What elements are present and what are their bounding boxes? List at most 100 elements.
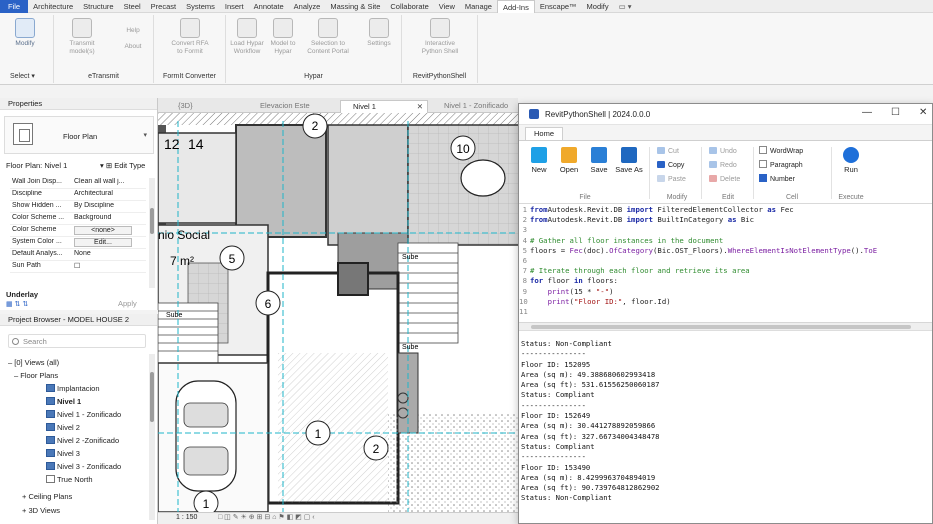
close-tab-icon[interactable]: ✕: [417, 101, 423, 113]
prop-row[interactable]: Color Scheme ... Background: [10, 214, 146, 225]
tab-elevacion-este[interactable]: Elevacion Este: [248, 100, 334, 113]
load-hypar-workflow-button[interactable]: Load Hypar Workflow: [230, 18, 264, 64]
instance-selector[interactable]: Floor Plan: Nivel 1 ▾ ⊞ Edit Type: [6, 161, 156, 170]
paragraph-toggle[interactable]: Paragraph: [759, 159, 803, 173]
number-checkbox[interactable]: [759, 174, 767, 182]
tab-nivel-1-zonificado[interactable]: Nivel 1 - Zonificado: [432, 100, 518, 113]
delete-button[interactable]: Delete: [709, 173, 740, 187]
menu-add-ins[interactable]: Add-Ins: [496, 0, 535, 13]
transmit-models-button[interactable]: Transmit model(s): [62, 18, 102, 64]
menu-massing-site[interactable]: Massing & Site: [325, 0, 385, 13]
view-control-icons[interactable]: □ ◫ ✎ ☀ ⊕ ⊞ ⊟ ⌂ ⚑ ◧ ◩ ▢ ‹: [218, 513, 315, 521]
copy-button[interactable]: Copy: [657, 159, 686, 173]
paste-button[interactable]: Paste: [657, 173, 686, 187]
tab-3d[interactable]: {3D}: [166, 100, 240, 113]
browser-search-input[interactable]: Search: [8, 334, 146, 348]
tab-home[interactable]: Home: [525, 127, 564, 140]
wordwrap-checkbox[interactable]: [759, 146, 767, 154]
open-button[interactable]: Open: [555, 147, 583, 174]
tree-node-ceiling-plans[interactable]: + Ceiling Plans: [22, 492, 72, 501]
sort-icons[interactable]: ▦ ⇅ ⇅: [6, 300, 28, 308]
tree-node-nivel-1-zonificado[interactable]: Nivel 1 - Zonificado: [46, 410, 121, 419]
menu-systems[interactable]: Systems: [181, 0, 220, 13]
model-to-hypar-button[interactable]: Model to Hypar: [266, 18, 300, 64]
menu-steel[interactable]: Steel: [119, 0, 146, 13]
code-line[interactable]: 4 # Gather all floor instances in the doc…: [519, 236, 932, 246]
menu-enscape[interactable]: Enscape™: [535, 0, 582, 13]
type-selector[interactable]: Floor Plan ▾: [4, 116, 154, 154]
console-output[interactable]: Status: Non-Compliant --------------- Floo…: [519, 339, 932, 523]
prop-row[interactable]: Color Scheme <none>: [10, 226, 146, 237]
code-line[interactable]: 8 for floor in floors:: [519, 276, 932, 286]
wordwrap-toggle[interactable]: WordWrap: [759, 145, 803, 159]
close-icon[interactable]: ✕: [919, 107, 927, 118]
prop-row[interactable]: System Color ... Edit...: [10, 238, 146, 249]
new-button[interactable]: New: [525, 147, 553, 174]
editor-horizontal-scrollbar[interactable]: [519, 323, 932, 331]
menu-architecture[interactable]: Architecture: [28, 0, 78, 13]
code-line[interactable]: 2 fromAutodesk.Revit.DB import BuiltInCat…: [519, 215, 932, 225]
menu-view[interactable]: View: [434, 0, 460, 13]
code-line[interactable]: 3: [519, 225, 932, 235]
tree-node-nivel-2-zonificado[interactable]: Nivel 2 -Zonificado: [46, 436, 119, 445]
prop-row[interactable]: Wall Join Disp... Clean all wall j...: [10, 178, 146, 189]
tree-node-floor-plans[interactable]: – Floor Plans: [14, 371, 58, 380]
about-button[interactable]: About: [116, 43, 150, 57]
tree-node-nivel-1[interactable]: Nivel 1: [46, 397, 81, 406]
code-editor[interactable]: 1 fromAutodesk.Revit.DB import FilteredEl…: [519, 205, 932, 323]
menu-analyze[interactable]: Analyze: [289, 0, 326, 13]
code-line[interactable]: 5 floors = Fec(doc).OfCategory(Bic.OST_Fl…: [519, 246, 932, 256]
menu-manage[interactable]: Manage: [460, 0, 497, 13]
code-line[interactable]: 9 print(15 * "-"): [519, 287, 932, 297]
save-as-button[interactable]: Save As: [615, 147, 643, 174]
redo-button[interactable]: Redo: [709, 159, 740, 173]
menu-insert[interactable]: Insert: [220, 0, 249, 13]
apply-button[interactable]: Apply: [118, 299, 137, 308]
menu-collaborate[interactable]: Collaborate: [385, 0, 433, 13]
system-color-edit-button[interactable]: Edit...: [74, 238, 132, 247]
menu-structure[interactable]: Structure: [78, 0, 118, 13]
properties-scrollbar[interactable]: [149, 178, 155, 288]
number-toggle[interactable]: Number: [759, 173, 803, 187]
minimize-icon[interactable]: —: [862, 107, 872, 118]
tree-node-true-north[interactable]: True North: [46, 475, 93, 484]
color-scheme-button[interactable]: <none>: [74, 226, 132, 235]
menu-contextual-dropdown[interactable]: ▭ ▾: [614, 0, 637, 13]
menu-annotate[interactable]: Annotate: [249, 0, 289, 13]
view-scale[interactable]: 1 : 150: [176, 514, 197, 521]
browser-scrollbar[interactable]: [149, 354, 155, 520]
floor-plan-canvas[interactable]: 2 12 14 10 nio Social 7 m² 5 6 Sube Sube…: [158, 113, 528, 512]
tab-nivel-1[interactable]: Nivel 1 ✕: [340, 100, 428, 113]
sun-path-checkbox[interactable]: ☐: [74, 262, 146, 270]
maximize-icon[interactable]: ☐: [891, 107, 900, 118]
tree-node-nivel-3[interactable]: Nivel 3: [46, 449, 80, 458]
interactive-python-shell-button[interactable]: Interactive Python Shell: [418, 18, 462, 64]
scrollbar-thumb[interactable]: [150, 372, 154, 422]
code-line[interactable]: 11: [519, 307, 932, 317]
code-line[interactable]: 6: [519, 256, 932, 266]
menu-modify[interactable]: Modify: [582, 0, 614, 13]
undo-button[interactable]: Undo: [709, 145, 740, 159]
scrollbar-thumb[interactable]: [150, 208, 154, 234]
save-button[interactable]: Save: [585, 147, 613, 174]
help-button[interactable]: Help: [116, 27, 150, 41]
menu-file[interactable]: File: [0, 0, 29, 13]
convert-rfa-button[interactable]: Convert RFA to Formit: [170, 18, 210, 64]
prop-row[interactable]: Discipline Architectural: [10, 190, 146, 201]
run-button[interactable]: Run: [837, 147, 865, 174]
tree-node-views[interactable]: – [0] Views (all): [8, 358, 59, 367]
tree-node-implantacion[interactable]: Implantacion: [46, 384, 100, 393]
edit-type-button[interactable]: ▾ ⊞ Edit Type: [100, 161, 145, 170]
code-line[interactable]: 7 # Iterate through each floor and retrie…: [519, 266, 932, 276]
prop-row[interactable]: Show Hidden ... By Discipline: [10, 202, 146, 213]
select-dropdown[interactable]: Select ▾: [10, 72, 35, 80]
cut-button[interactable]: Cut: [657, 145, 686, 159]
prop-row[interactable]: Sun Path ☐: [10, 262, 146, 273]
tree-node-nivel-3-zonificado[interactable]: Nivel 3 - Zonificado: [46, 462, 121, 471]
scrollbar-thumb[interactable]: [531, 325, 911, 329]
code-line[interactable]: 1 fromAutodesk.Revit.DB import FilteredEl…: [519, 205, 932, 215]
menu-precast[interactable]: Precast: [146, 0, 181, 13]
code-line[interactable]: 10 print("Floor ID:", floor.Id): [519, 297, 932, 307]
modify-button[interactable]: Modify: [8, 18, 42, 64]
tree-node-nivel-2[interactable]: Nivel 2: [46, 423, 80, 432]
